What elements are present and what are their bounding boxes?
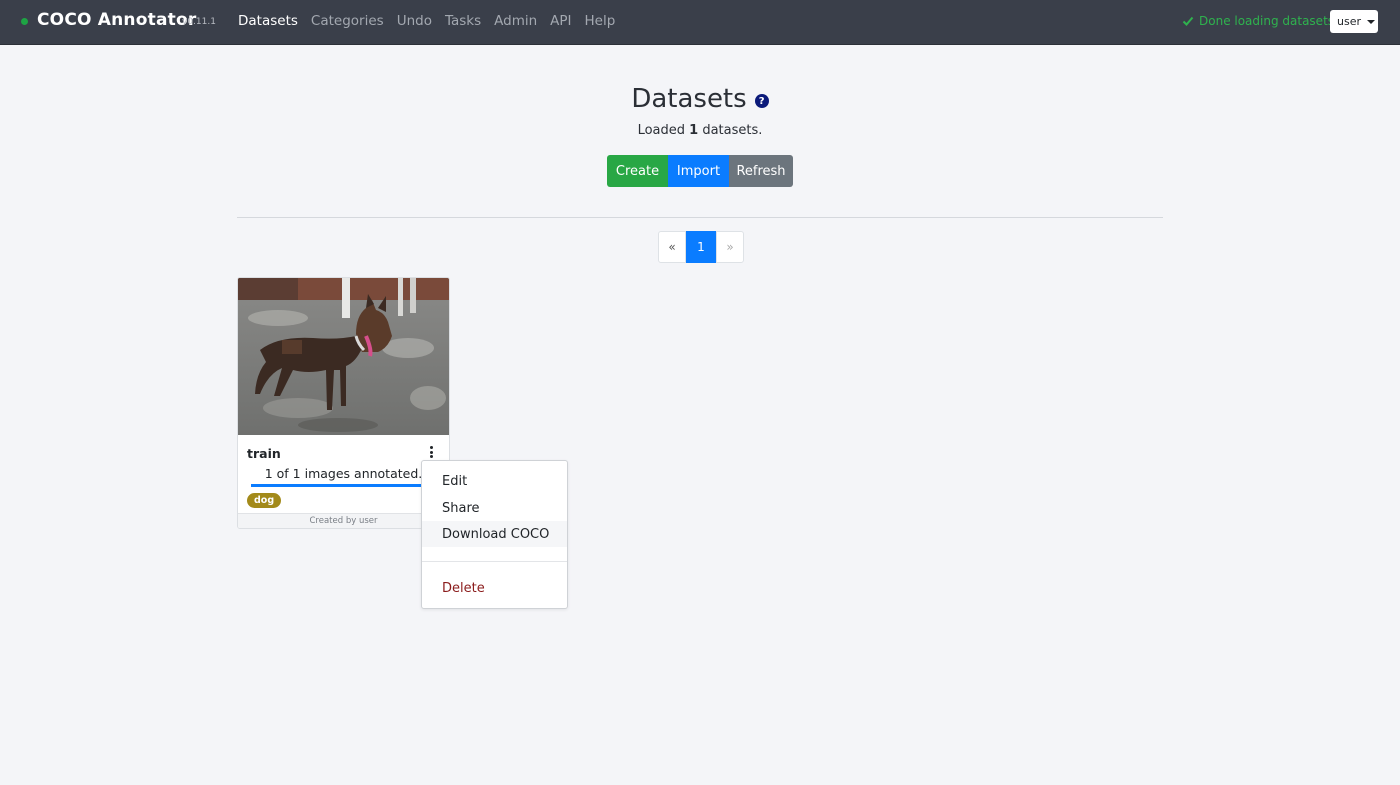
user-label: user (1337, 15, 1361, 28)
nav-link-undo[interactable]: Undo (397, 13, 432, 29)
divider (237, 217, 1163, 218)
nav-link-datasets[interactable]: Datasets (238, 13, 298, 29)
menu-item-edit[interactable]: Edit (422, 468, 567, 494)
dataset-actions: Create Import Refresh (607, 155, 793, 187)
loaded-count-text: Loaded 1 datasets. (637, 123, 763, 138)
annotation-progress-text: 1 of 1 images annotated. (264, 466, 423, 481)
nav-links: Datasets Categories Undo Tasks Admin API… (238, 13, 628, 29)
nav-link-tasks[interactable]: Tasks (445, 13, 481, 29)
pagination-next[interactable]: » (716, 231, 744, 263)
page-title: Datasets (631, 84, 747, 114)
menu-divider (422, 561, 567, 562)
menu-item-delete[interactable]: Delete (422, 575, 567, 601)
app-version: v0.11.1 (182, 17, 216, 27)
category-tag-badge: dog (247, 493, 282, 508)
kebab-vertical-icon[interactable] (428, 445, 434, 459)
dataset-dropdown-menu: Edit Share Download COCO Delete (421, 460, 568, 609)
connection-status-dot (21, 18, 28, 25)
dataset-name[interactable]: train (247, 446, 281, 461)
navbar: COCO Annotator v0.11.1 Datasets Categori… (0, 0, 1400, 45)
check-icon (1182, 16, 1194, 26)
nav-link-api[interactable]: API (550, 13, 571, 29)
loading-status: Done loading datasets (1182, 14, 1334, 28)
caret-down-icon (1367, 19, 1375, 24)
menu-item-share[interactable]: Share (422, 495, 567, 521)
menu-item-download-coco[interactable]: Download COCO (422, 521, 567, 547)
refresh-button[interactable]: Refresh (729, 155, 793, 187)
create-button[interactable]: Create (607, 155, 668, 187)
pagination-prev[interactable]: « (658, 231, 686, 263)
pagination: « 1 » (658, 231, 744, 263)
dataset-thumbnail[interactable] (238, 278, 449, 435)
import-button[interactable]: Import (668, 155, 729, 187)
loaded-count: 1 (689, 123, 699, 138)
pagination-page-1[interactable]: 1 (686, 231, 716, 263)
annotation-progress-bar (251, 484, 436, 487)
nav-link-help[interactable]: Help (585, 13, 616, 29)
nav-link-admin[interactable]: Admin (494, 13, 537, 29)
loading-status-text: Done loading datasets (1199, 14, 1335, 28)
app-brand[interactable]: COCO Annotator (37, 10, 196, 30)
user-dropdown-button[interactable]: user (1330, 10, 1378, 33)
nav-link-categories[interactable]: Categories (311, 13, 384, 29)
page-title-row: Datasets ? (0, 84, 1400, 114)
card-footer: Created by user (238, 513, 449, 528)
dataset-card[interactable]: train 1 of 1 images annotated. dog Creat… (237, 277, 450, 529)
annotation-progress-fill (251, 484, 436, 487)
question-circle-icon[interactable]: ? (754, 94, 769, 108)
